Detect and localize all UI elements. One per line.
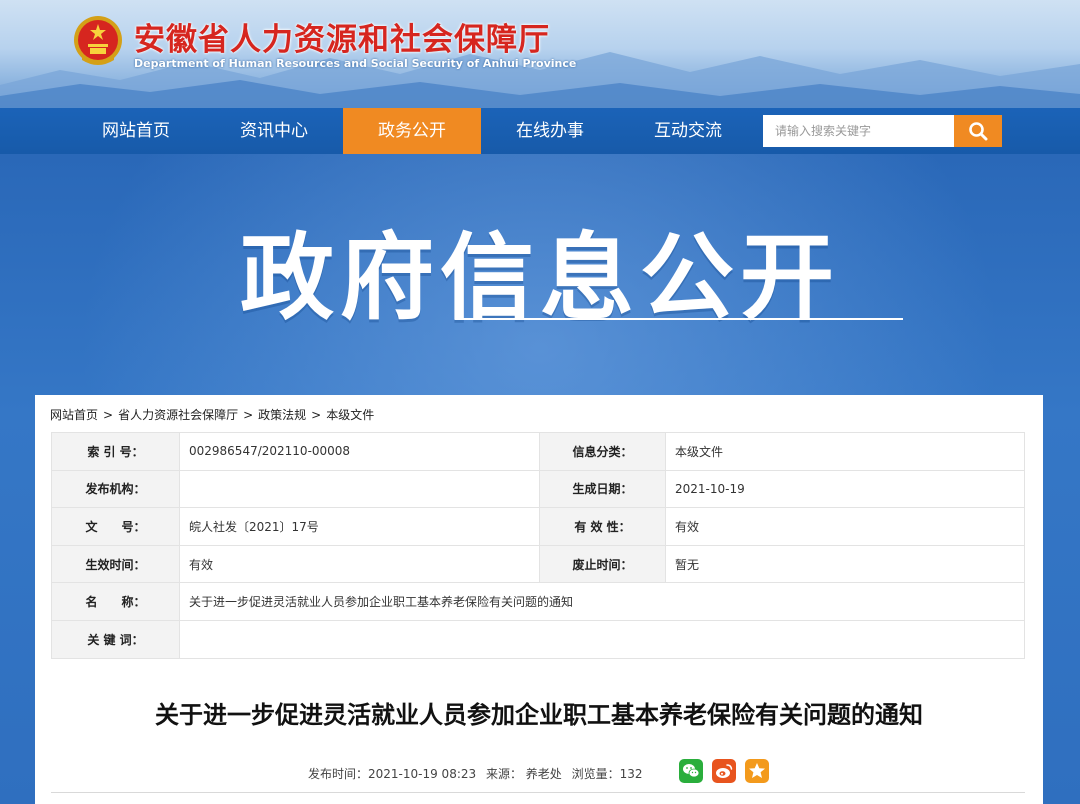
breadcrumb-item-department[interactable]: 省人力资源社会保障厅 — [118, 408, 238, 422]
value-keywords — [179, 619, 1025, 659]
label-index-number: 索 引 号： — [51, 432, 180, 471]
label-document-number: 文 号： — [51, 507, 180, 546]
value-creation-date: 2021-10-19 — [665, 469, 1025, 509]
document-info-table: 索 引 号： 002986547/202110-00008 信息分类： 本级文件… — [51, 432, 1025, 659]
nav-item-news[interactable]: 资讯中心 — [205, 108, 343, 154]
site-header: 安徽省人力资源和社会保障厅 Department of Human Resour… — [0, 0, 1080, 108]
label-effective-time: 生效时间： — [51, 544, 180, 584]
breadcrumb-item-local-documents[interactable]: 本级文件 — [326, 408, 374, 422]
table-row: 生效时间： 有效 废止时间： 暂无 — [51, 544, 1025, 584]
table-row: 索 引 号： 002986547/202110-00008 信息分类： 本级文件 — [51, 432, 1025, 471]
site-title: 安徽省人力资源和社会保障厅 — [134, 22, 550, 58]
nav-item-interaction[interactable]: 互动交流 — [619, 108, 757, 154]
publish-time: 发布时间：2021-10-19 08:23 — [308, 767, 477, 781]
share-wechat-button[interactable] — [679, 759, 703, 783]
value-document-number: 皖人社发〔2021〕17号 — [179, 507, 540, 546]
article-title: 关于进一步促进灵活就业人员参加企业职工基本养老保险有关问题的通知 — [155, 701, 923, 729]
content-divider — [51, 792, 1025, 793]
search-input[interactable] — [763, 115, 954, 147]
nav-item-government-affairs[interactable]: 政务公开 — [343, 108, 481, 154]
value-effective-time: 有效 — [179, 544, 540, 584]
value-info-category: 本级文件 — [665, 432, 1025, 471]
table-row: 文 号： 皖人社发〔2021〕17号 有 效 性： 有效 — [51, 507, 1025, 546]
breadcrumb: 网站首页 > 省人力资源社会保障厅 > 政策法规 > 本级文件 — [50, 406, 374, 423]
banner-underline — [455, 318, 903, 320]
label-creation-date: 生成日期： — [539, 469, 666, 509]
view-count: 浏览量：132 — [571, 767, 643, 781]
nav-item-home[interactable]: 网站首页 — [67, 108, 205, 154]
breadcrumb-separator: > — [243, 408, 254, 422]
label-publishing-agency: 发布机构： — [51, 469, 180, 509]
wechat-icon — [683, 764, 700, 778]
favorite-button[interactable] — [745, 759, 769, 783]
breadcrumb-item-policies[interactable]: 政策法规 — [258, 408, 306, 422]
national-emblem-icon — [74, 16, 122, 65]
label-repeal-time: 废止时间： — [539, 544, 666, 584]
label-validity: 有 效 性： — [539, 507, 666, 546]
value-publishing-agency — [179, 469, 540, 509]
value-document-name: 关于进一步促进灵活就业人员参加企业职工基本养老保险有关问题的通知 — [179, 582, 1025, 621]
label-info-category: 信息分类： — [539, 432, 666, 471]
label-document-name: 名 称： — [51, 582, 180, 621]
breadcrumb-separator: > — [103, 408, 114, 422]
content-panel: 网站首页 > 省人力资源社会保障厅 > 政策法规 > 本级文件 索 引 号： 0029865… — [35, 395, 1043, 804]
value-index-number: 002986547/202110-00008 — [179, 432, 540, 471]
value-validity: 有效 — [665, 507, 1025, 546]
table-row: 名 称： 关于进一步促进灵活就业人员参加企业职工基本养老保险有关问题的通知 — [51, 582, 1025, 621]
favorite-star-icon — [749, 763, 765, 778]
article-meta: 发布时间：2021-10-19 08:23 来源： 养老处 浏览量：132 — [308, 765, 649, 782]
weibo-icon — [716, 764, 733, 778]
search-button[interactable] — [954, 115, 1002, 147]
breadcrumb-item-home[interactable]: 网站首页 — [50, 408, 98, 422]
breadcrumb-separator: > — [311, 408, 322, 422]
share-weibo-button[interactable] — [712, 759, 736, 783]
label-keywords: 关 键 词： — [51, 619, 180, 659]
article-source: 来源： 养老处 — [485, 767, 562, 781]
table-row: 关 键 词： — [51, 619, 1025, 659]
value-repeal-time: 暂无 — [665, 544, 1025, 584]
site-subtitle: Department of Human Resources and Social… — [134, 57, 577, 70]
nav-item-online-services[interactable]: 在线办事 — [481, 108, 619, 154]
table-row: 发布机构： 生成日期： 2021-10-19 — [51, 469, 1025, 509]
search-icon — [969, 122, 988, 141]
